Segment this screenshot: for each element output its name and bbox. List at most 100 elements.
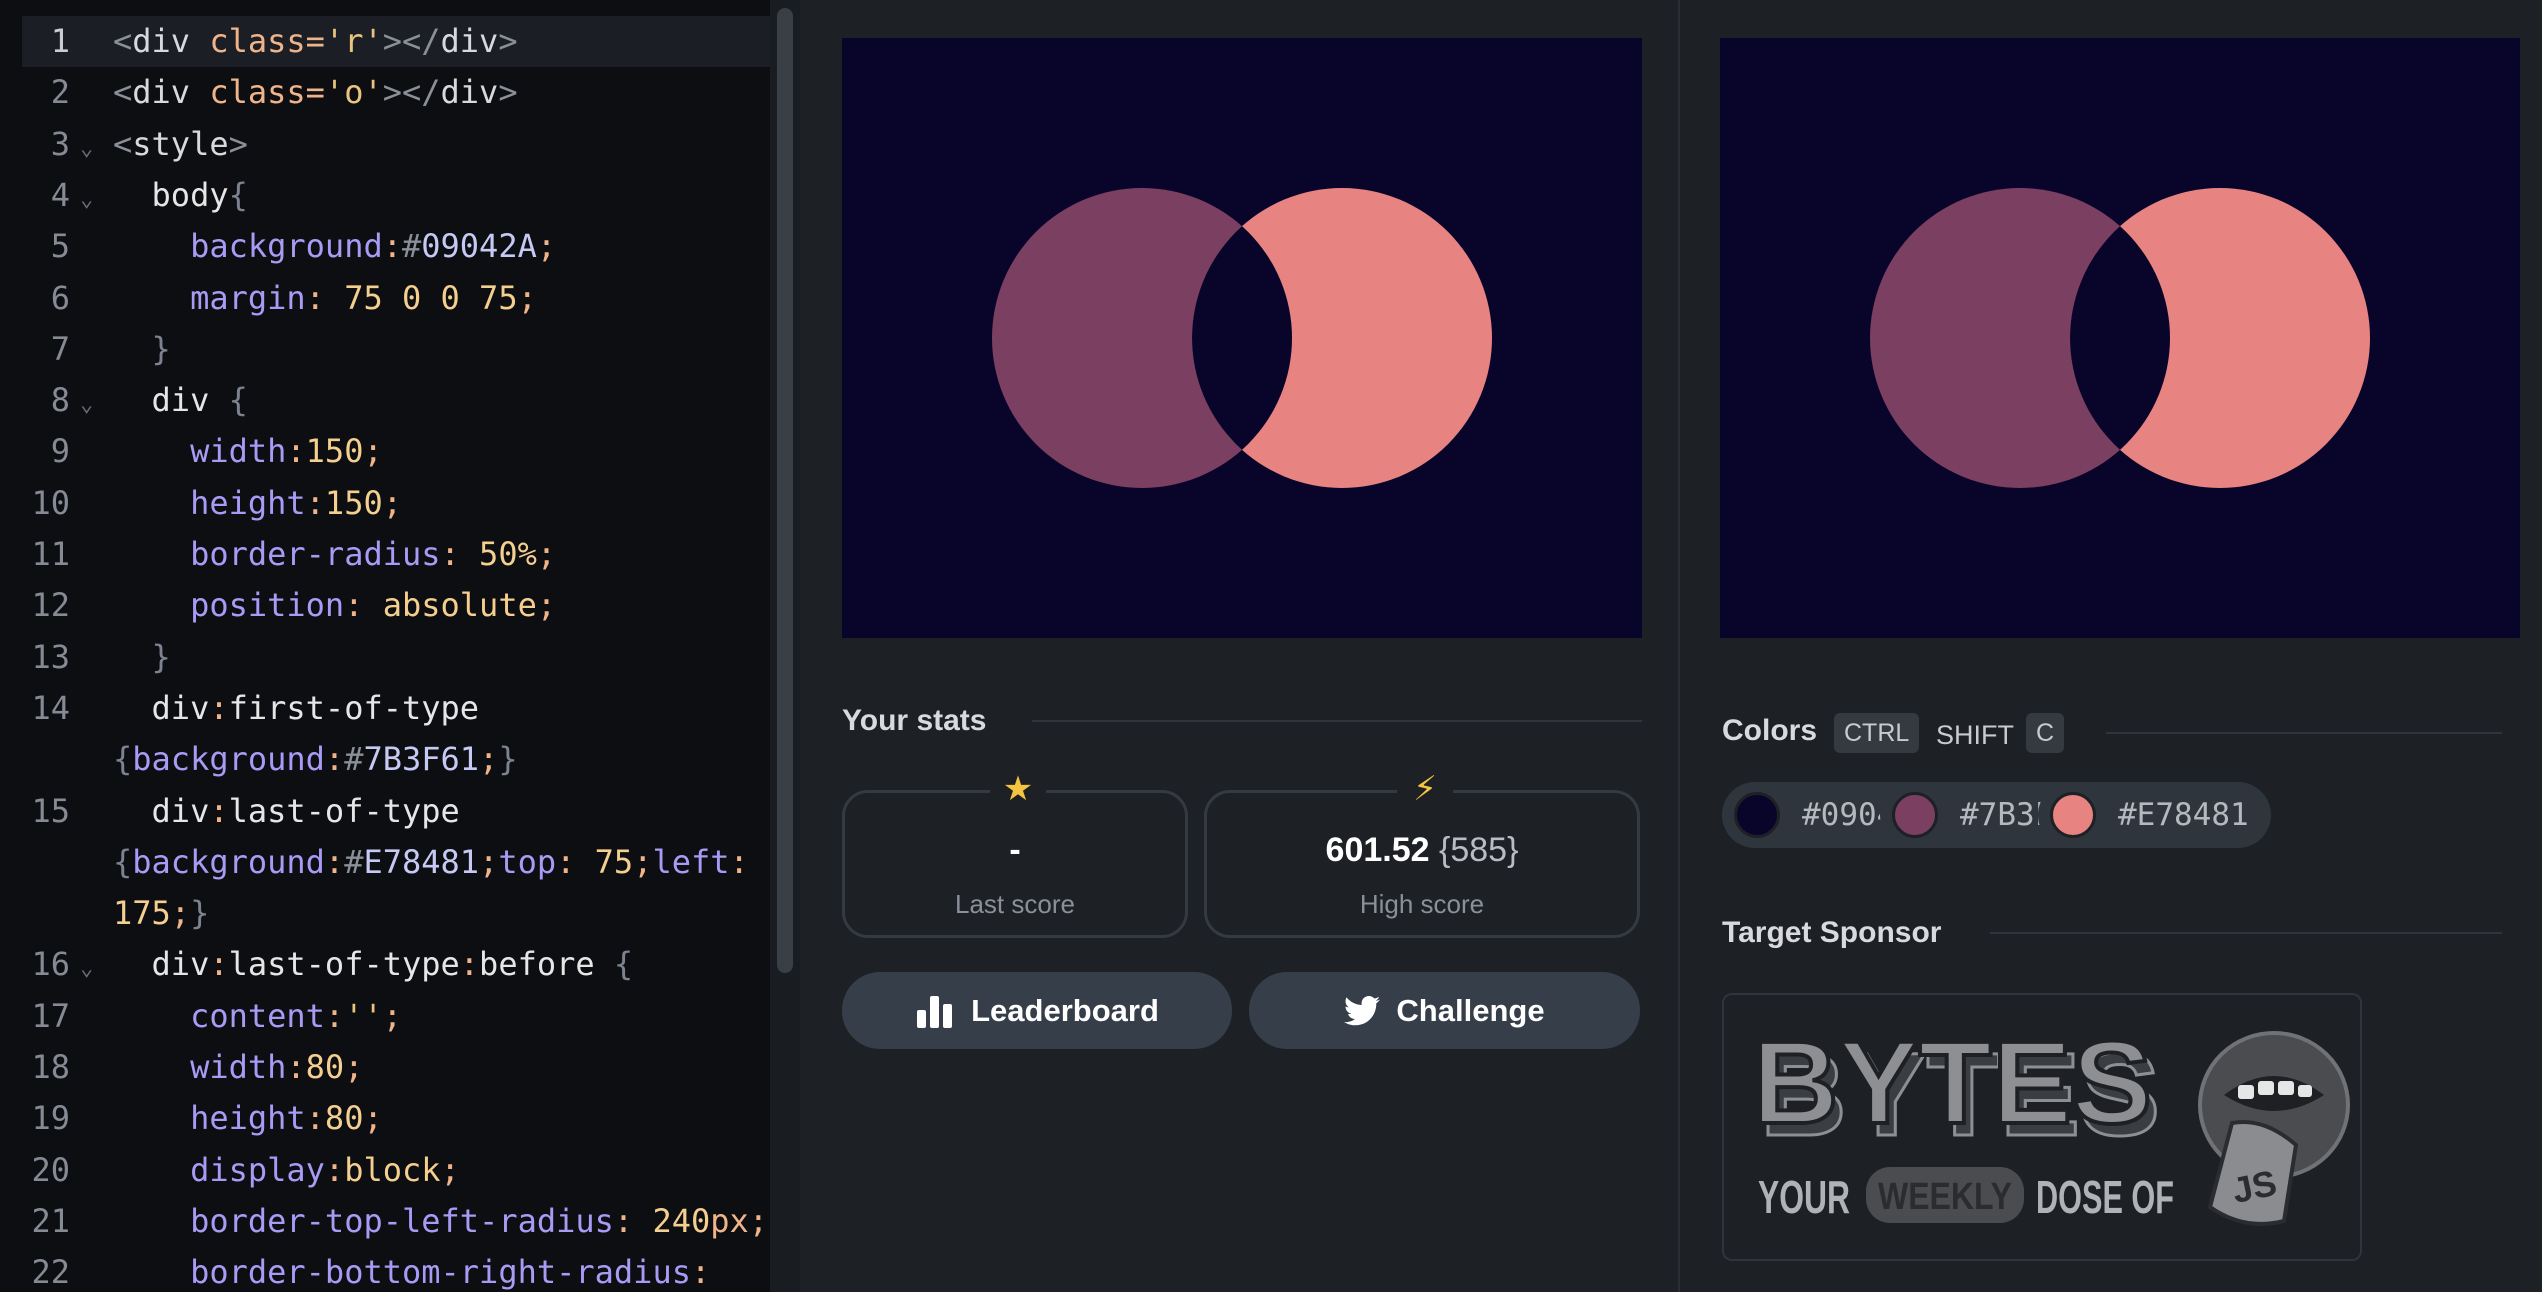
code-line[interactable]: 2 <div class='o'></div> xyxy=(0,67,770,118)
code-text: <div class='r'></div> xyxy=(113,22,518,60)
high-score-sub: {585} xyxy=(1439,831,1519,869)
code-text: background:#09042A; xyxy=(190,227,557,266)
target-preview[interactable] xyxy=(1720,38,2520,638)
output-panel: Your stats ★ - Last score ⚡ 601.52 {585}… xyxy=(800,0,1678,1292)
code-line-wrap[interactable]: 175;} xyxy=(0,888,770,939)
code-line-wrap[interactable]: {background:#E78481;top: 75;left: xyxy=(0,837,770,888)
code-line[interactable]: 8 ⌄ div { xyxy=(0,375,770,426)
last-score-card: ★ - Last score xyxy=(842,767,1188,938)
code-line[interactable]: 10 height:150; xyxy=(0,478,770,529)
code-line[interactable]: 5 background:#09042A; xyxy=(0,221,770,272)
line-number: 9 xyxy=(50,432,70,471)
code-line[interactable]: 4 ⌄ body{ xyxy=(0,170,770,221)
code-text: } xyxy=(151,329,171,368)
code-text: display:block; xyxy=(190,1150,460,1189)
color-swatch xyxy=(1734,792,1780,838)
line-number: 16 xyxy=(31,945,70,984)
line-number: 11 xyxy=(31,535,70,573)
code-text: div { xyxy=(151,381,248,420)
code-line[interactable]: 9 width:150; xyxy=(0,426,770,477)
target-panel: Colors CTRL SHIFT C #09042A #7B3F61 #E7848… xyxy=(1680,0,2542,1292)
sponsor-title: Target Sponsor xyxy=(1722,916,1942,949)
color-chip[interactable]: #E78481 xyxy=(2038,782,2271,848)
code-line[interactable]: 21 border-top-left-radius: 240px; xyxy=(0,1196,770,1247)
code-text: {background:#E78481;top: 75;left: xyxy=(113,842,749,881)
line-number: 7 xyxy=(50,329,70,368)
code-line[interactable]: 20 display:block; xyxy=(0,1145,770,1196)
code-line[interactable]: 14 div:first-of-type xyxy=(0,683,770,734)
last-score-value: - xyxy=(1009,831,1021,869)
line-number: 22 xyxy=(31,1253,70,1292)
line-number: 2 xyxy=(50,73,70,112)
last-score-label: Last score xyxy=(955,889,1075,919)
code-line[interactable]: 18 width:80; xyxy=(0,1042,770,1093)
line-number: 1 xyxy=(50,22,70,60)
leaderboard-label: Leaderboard xyxy=(971,992,1159,1028)
line-number: 20 xyxy=(31,1150,70,1189)
high-score-value: 601.52 {585} xyxy=(1207,831,1637,870)
line-number: 12 xyxy=(31,586,70,625)
code-text: border-top-left-radius: 240px; xyxy=(190,1201,769,1240)
code-line[interactable]: 7 } xyxy=(0,324,770,375)
sponsor-banner[interactable]: BYTES BYTES YOUR WEEKLY DOSE OF JS xyxy=(1722,993,2362,1261)
code-line[interactable]: 1 <div class='r'></div> xyxy=(22,16,770,67)
bytes-logo: BYTES BYTES YOUR WEEKLY DOSE OF JS xyxy=(1750,1015,2350,1226)
code-text: width:150; xyxy=(190,432,383,471)
code-text: content:''; xyxy=(190,996,402,1035)
challenge-button[interactable]: Challenge xyxy=(1249,972,1640,1049)
code-line[interactable]: 15 div:last-of-type xyxy=(0,786,770,837)
color-swatch xyxy=(1892,792,1938,838)
code-line[interactable]: 16 ⌄ div:last-of-type:before { xyxy=(0,939,770,990)
code-line-wrap[interactable]: {background:#7B3F61;} xyxy=(0,734,770,785)
code-text: border-radius: 50%; xyxy=(190,535,557,573)
fold-chevron-icon[interactable]: ⌄ xyxy=(80,123,93,174)
bar-chart-icon xyxy=(917,995,953,1028)
line-number: 5 xyxy=(50,227,70,266)
high-score-number: 601.52 xyxy=(1325,831,1430,869)
code-line[interactable]: 22 border-bottom-right-radius: xyxy=(0,1247,770,1292)
code-text: position: absolute; xyxy=(190,586,557,625)
shortcut-shift: SHIFT xyxy=(1936,720,2014,750)
fold-chevron-icon[interactable]: ⌄ xyxy=(80,174,93,225)
line-number: 15 xyxy=(31,791,70,830)
code-text: height:80; xyxy=(190,1099,383,1138)
code-line[interactable]: 6 margin: 75 0 0 75; xyxy=(0,273,770,324)
high-score-card: ⚡ 601.52 {585} High score xyxy=(1204,767,1640,938)
tagline-dose: DOSE OF xyxy=(2036,1171,2174,1223)
line-number: 4 xyxy=(50,175,70,214)
code-editor[interactable]: 1 <div class='r'></div> 2 <div class='o'></… xyxy=(0,0,800,1292)
code-text: body{ xyxy=(151,175,248,214)
line-number: 17 xyxy=(31,996,70,1035)
fold-chevron-icon[interactable]: ⌄ xyxy=(80,943,93,994)
code-line[interactable]: 19 height:80; xyxy=(0,1093,770,1144)
bytes-logo-word: BYTES xyxy=(1752,1017,2152,1149)
code-text: div:last-of-type:before { xyxy=(151,945,634,984)
line-number: 18 xyxy=(31,1048,70,1086)
star-icon: ★ xyxy=(990,767,1046,811)
line-number: 21 xyxy=(31,1201,70,1240)
shortcut-ctrl: CTRL xyxy=(1834,713,1920,753)
leaderboard-button[interactable]: Leaderboard xyxy=(842,972,1232,1049)
fold-chevron-icon[interactable]: ⌄ xyxy=(80,379,93,430)
code-line[interactable]: 12 position: absolute; xyxy=(0,580,770,631)
line-number: 3 xyxy=(50,124,70,163)
output-preview[interactable] xyxy=(842,38,1642,638)
bolt-icon: ⚡ xyxy=(1397,767,1453,811)
line-number: 13 xyxy=(31,637,70,676)
code-line[interactable]: 11 border-radius: 50%; xyxy=(0,529,770,580)
code-text: div:last-of-type xyxy=(151,791,460,830)
twitter-icon xyxy=(1344,995,1381,1025)
colors-title: Colors xyxy=(1722,714,1818,747)
code-text: } xyxy=(151,637,171,676)
editor-scrollbar[interactable] xyxy=(777,8,793,973)
line-number: 6 xyxy=(50,278,70,317)
code-text: <style> xyxy=(113,124,248,163)
code-text: <div class='o'></div> xyxy=(113,73,518,112)
code-text: width:80; xyxy=(190,1048,364,1086)
code-line[interactable]: 13 } xyxy=(0,632,770,683)
high-score-label: High score xyxy=(1359,889,1485,919)
code-line[interactable]: 17 content:''; xyxy=(0,991,770,1042)
tagline-weekly: WEEKLY xyxy=(1878,1176,2012,1218)
code-line[interactable]: 3 ⌄ <style> xyxy=(0,119,770,170)
sponsor-divider xyxy=(1990,932,2502,934)
